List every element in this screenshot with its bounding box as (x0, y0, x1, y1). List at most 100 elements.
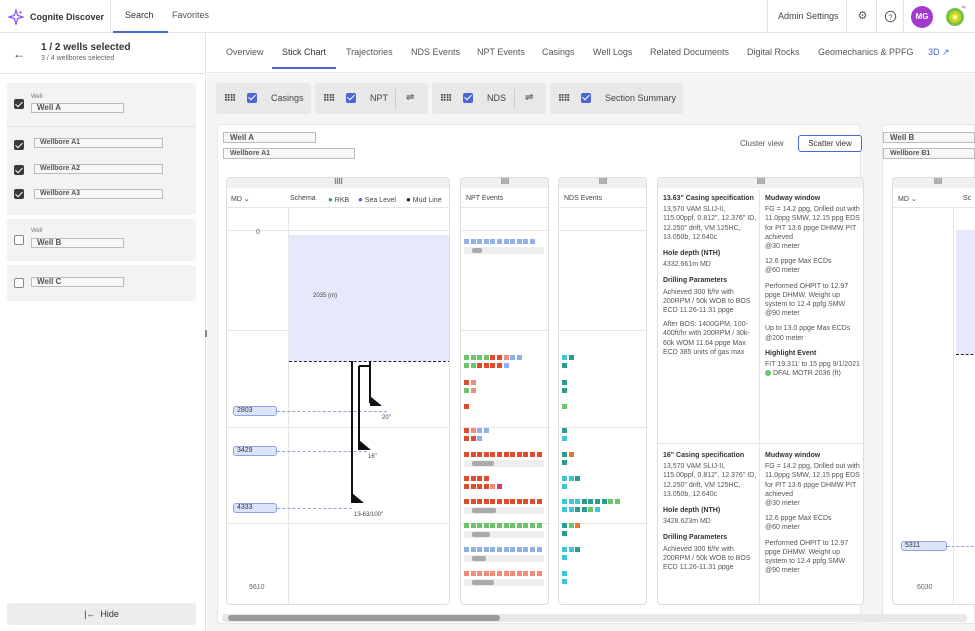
npt-event-mark[interactable] (503, 547, 509, 552)
npt-event-mark[interactable] (510, 452, 516, 457)
npt-event-mark[interactable] (536, 523, 542, 528)
nds-event-mark[interactable] (568, 507, 574, 512)
npt-event-mark[interactable] (477, 428, 483, 433)
npt-event-mark[interactable] (470, 523, 476, 528)
nds-event-mark[interactable] (568, 355, 574, 360)
npt-event-mark[interactable] (470, 388, 476, 393)
npt-event-mark[interactable] (477, 499, 483, 504)
nds-event-mark[interactable] (562, 523, 567, 528)
depth-marker-5311[interactable]: 5311 (901, 541, 947, 551)
npt-event-mark[interactable] (523, 571, 529, 576)
drag-handle-icon[interactable]: ⠿⠿ (558, 93, 570, 104)
nds-event-mark[interactable] (562, 531, 567, 536)
column-drag-handle[interactable]: ⠿⠿ (893, 178, 975, 188)
npt-event-mark[interactable] (490, 571, 496, 576)
nds-event-mark[interactable] (575, 523, 581, 528)
app-logo[interactable]: Cognite Discover (8, 9, 104, 25)
npt-event-mark[interactable] (490, 239, 496, 244)
nds-event-mark[interactable] (562, 547, 567, 552)
depth-marker-2803[interactable]: 2803 (233, 406, 277, 416)
highlight-event-tag[interactable]: DFAL MOTR 2036 (ft) (765, 369, 862, 378)
npt-event-mark[interactable] (470, 476, 476, 481)
nds-event-mark[interactable] (562, 555, 567, 560)
settings-sliders-icon[interactable]: ⇌ (406, 92, 414, 103)
npt-event-mark[interactable] (530, 499, 535, 504)
drag-handle-icon[interactable]: ⠿⠿ (323, 93, 335, 104)
section-summary-checkbox[interactable] (581, 93, 591, 103)
npt-event-mark[interactable] (516, 571, 522, 576)
npt-event-mark[interactable] (523, 547, 529, 552)
npt-event-mark[interactable] (483, 499, 489, 504)
nds-event-mark[interactable] (595, 507, 600, 512)
npt-event-mark[interactable] (470, 484, 476, 489)
npt-event-mark[interactable] (483, 476, 489, 481)
npt-event-mark[interactable] (470, 571, 476, 576)
npt-event-mark[interactable] (477, 436, 483, 441)
md-header[interactable]: MD ⌄ (898, 195, 917, 203)
npt-event-mark[interactable] (503, 363, 509, 368)
npt-event-mark[interactable] (464, 499, 469, 504)
npt-event-mark[interactable] (477, 363, 483, 368)
nds-event-mark[interactable] (568, 499, 574, 504)
nds-event-mark[interactable] (562, 499, 567, 504)
well-c-checkbox[interactable] (14, 278, 24, 288)
npt-event-mark[interactable] (490, 452, 496, 457)
npt-event-mark[interactable] (464, 571, 469, 576)
npt-event-mark[interactable] (490, 355, 496, 360)
scrollbar-thumb[interactable] (472, 580, 494, 585)
npt-event-mark[interactable] (516, 547, 522, 552)
npt-event-mark[interactable] (497, 452, 502, 457)
avatar[interactable]: MG (911, 6, 933, 28)
npt-event-mark[interactable] (503, 523, 509, 528)
npt-event-mark[interactable] (464, 523, 469, 528)
npt-event-mark[interactable] (510, 355, 516, 360)
well-a-checkbox[interactable] (14, 99, 24, 109)
depth-marker-3429[interactable]: 3429 (233, 446, 277, 456)
column-drag-handle[interactable]: ⠿⠿ (559, 178, 646, 188)
npt-event-mark[interactable] (497, 484, 502, 489)
npt-event-mark[interactable] (497, 571, 502, 576)
npt-event-mark[interactable] (497, 499, 502, 504)
npt-event-mark[interactable] (464, 363, 469, 368)
npt-event-mark[interactable] (503, 452, 509, 457)
npt-event-mark[interactable] (536, 571, 542, 576)
nds-event-mark[interactable] (562, 404, 567, 409)
npt-event-mark[interactable] (483, 428, 489, 433)
npt-event-mark[interactable] (477, 547, 483, 552)
help-icon[interactable]: ? (884, 10, 897, 23)
npt-event-mark[interactable] (497, 239, 502, 244)
nds-event-mark[interactable] (568, 476, 574, 481)
scrollbar-thumb[interactable] (472, 532, 490, 537)
wellbore-a3-checkbox[interactable] (14, 189, 24, 199)
npt-event-mark[interactable] (483, 571, 489, 576)
nav-favorites[interactable]: Favorites (172, 10, 209, 20)
npt-event-mark[interactable] (510, 499, 516, 504)
nds-event-mark[interactable] (562, 579, 567, 584)
npt-event-mark[interactable] (477, 452, 483, 457)
npt-event-mark[interactable] (530, 547, 535, 552)
npt-event-mark[interactable] (503, 355, 509, 360)
tab-overview[interactable]: Overview (226, 47, 264, 57)
tab-related-documents[interactable]: Related Documents (650, 47, 729, 57)
npt-event-mark[interactable] (536, 452, 542, 457)
npt-event-mark[interactable] (464, 484, 469, 489)
nds-event-mark[interactable] (575, 507, 581, 512)
npt-event-mark[interactable] (497, 547, 502, 552)
npt-event-mark[interactable] (490, 523, 496, 528)
npt-event-mark[interactable] (536, 547, 542, 552)
npt-event-mark[interactable] (523, 499, 529, 504)
nds-event-mark[interactable] (562, 388, 567, 393)
nds-event-mark[interactable] (575, 547, 581, 552)
npt-event-mark[interactable] (470, 363, 476, 368)
npt-event-mark[interactable] (483, 547, 489, 552)
nds-event-mark[interactable] (562, 355, 567, 360)
npt-event-mark[interactable] (516, 499, 522, 504)
npt-event-mark[interactable] (464, 452, 469, 457)
npt-event-mark[interactable] (497, 523, 502, 528)
nds-event-mark[interactable] (581, 499, 587, 504)
npt-event-mark[interactable] (464, 404, 469, 409)
depth-marker-4333[interactable]: 4333 (233, 503, 277, 513)
scrollbar-thumb[interactable] (472, 248, 482, 253)
tab-well-logs[interactable]: Well Logs (593, 47, 632, 57)
scrollbar-thumb[interactable] (472, 461, 494, 466)
